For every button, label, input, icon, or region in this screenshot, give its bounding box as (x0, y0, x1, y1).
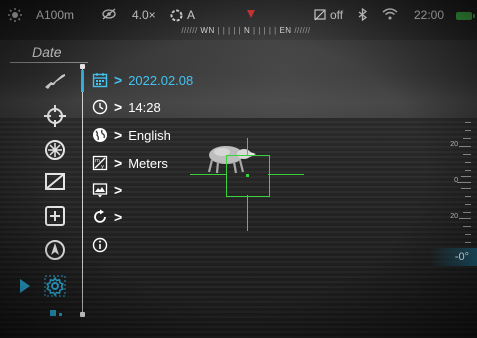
globe-icon (93, 128, 107, 142)
category-display[interactable] (40, 168, 70, 196)
category-settings[interactable] (40, 272, 70, 300)
thermal-viewfinder: A100m 4.0× A ////// WN | | | | | N | | |… (0, 0, 477, 338)
crosshair-icon (44, 105, 66, 127)
hotspot-status-label: off (330, 8, 344, 22)
selected-category-arrow (20, 279, 30, 293)
compass-icon (45, 240, 65, 260)
menu-item-image-export[interactable]: > (92, 180, 122, 200)
calibration-mode: A (170, 8, 195, 22)
zoom-readout: 4.0× (132, 8, 156, 22)
calibration-mode-label: A (187, 8, 196, 22)
reticle-bottom-line (247, 195, 248, 231)
settings-gear-icon (44, 275, 66, 297)
menu-title: Date (32, 44, 62, 60)
chevron-right-icon: > (114, 127, 123, 143)
calendar-icon (92, 73, 108, 88)
plus-box-icon (45, 206, 65, 226)
reticle-left-line (190, 174, 226, 175)
brightness-icon (8, 8, 22, 22)
category-zoom[interactable] (40, 202, 70, 230)
menu-item-label: 14:28 (128, 99, 161, 115)
battery-icon (456, 12, 475, 20)
chevron-right-icon: > (114, 209, 123, 225)
menu-item-label: 2022.02.08 (128, 72, 194, 88)
menu-item-info[interactable] (92, 235, 108, 255)
menu-item-reset[interactable]: > (92, 207, 122, 227)
chevron-right-icon: > (114, 155, 123, 171)
background-treeline (0, 40, 477, 120)
svg-text:y: y (101, 164, 104, 170)
chevron-right-icon: > (114, 182, 123, 198)
reticle-right-line (268, 174, 304, 175)
compass-band: ////// WN | | | | | N | | | | | EN /////… (181, 25, 311, 35)
menu-item-label: English (128, 127, 171, 143)
wifi-icon (382, 8, 398, 20)
menu-item-units[interactable]: my > Meters (92, 153, 168, 173)
chevron-right-icon: > (114, 72, 123, 88)
reticle-top-line (247, 138, 248, 155)
menu-divider (82, 64, 83, 316)
calibration-icon (170, 9, 183, 21)
menu-item-language[interactable]: > English (92, 125, 171, 145)
tilt-label-center: 0 (454, 177, 458, 184)
divider-cap-top (80, 64, 85, 69)
bluetooth-icon (358, 8, 368, 21)
tilt-angle-readout: -0° (430, 248, 477, 266)
compass-left-label: WN (200, 25, 215, 35)
eye-off-icon (102, 8, 116, 20)
page-indicator (59, 313, 62, 316)
status-bar: A100m 4.0× A ////// WN | | | | | N | | |… (0, 0, 477, 35)
title-divider (10, 62, 88, 63)
range-readout: A100m (36, 8, 75, 22)
image-export-icon (92, 183, 108, 198)
rifle-icon (45, 74, 65, 89)
clock-readout: 22:00 (414, 8, 445, 22)
compass-right-label: EN (279, 25, 292, 35)
hotspot-icon (314, 9, 326, 21)
reticle-center-dot (246, 174, 249, 177)
svg-text:m: m (95, 158, 100, 164)
page-indicator-active (50, 310, 56, 316)
units-icon: my (92, 155, 108, 171)
aperture-icon (45, 140, 65, 160)
tilt-label-top: 20 (450, 141, 458, 148)
clock-icon (92, 99, 108, 115)
menu-item-label: Meters (128, 155, 168, 171)
chevron-right-icon: > (114, 99, 123, 115)
info-icon (92, 237, 108, 253)
category-reticle[interactable] (40, 102, 70, 130)
compass-heading-marker (247, 10, 255, 18)
category-compass[interactable] (40, 236, 70, 264)
divider-cap-bottom (80, 312, 85, 317)
reset-icon (94, 209, 106, 223)
display-off-icon (45, 173, 65, 190)
category-image[interactable] (40, 136, 70, 164)
hotspot-status: off (314, 8, 343, 22)
menu-item-date[interactable]: > 2022.02.08 (92, 70, 193, 90)
category-rifle[interactable] (40, 66, 70, 94)
menu-item-time[interactable]: > 14:28 (92, 97, 161, 117)
selection-indicator (81, 70, 84, 92)
tilt-label-bottom: 20 (450, 213, 458, 220)
